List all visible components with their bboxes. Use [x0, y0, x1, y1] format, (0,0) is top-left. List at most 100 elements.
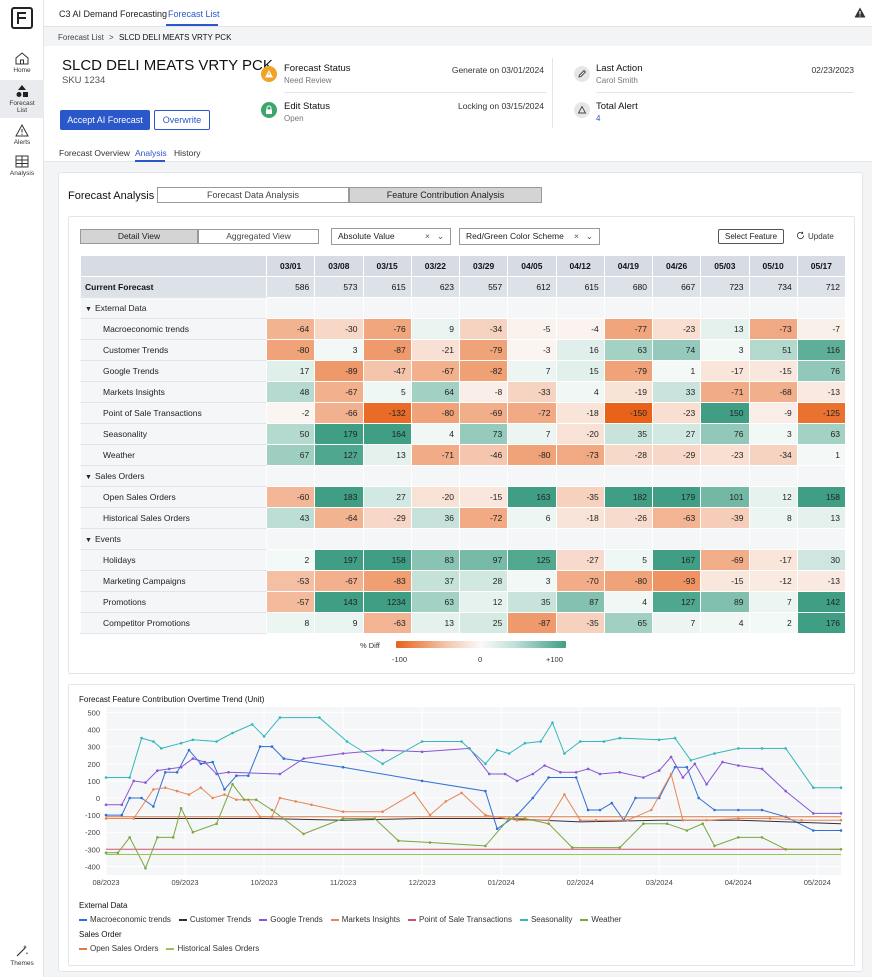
date-header: 05/10 — [748, 255, 798, 277]
series-point — [104, 817, 108, 820]
tab-forecast-overview[interactable]: Forecast Overview — [59, 148, 130, 158]
color-scheme-select[interactable]: Red/Green Color Scheme × ⌄ — [459, 228, 600, 245]
warning-icon[interactable] — [854, 7, 866, 18]
contribution-cell: -70 — [555, 570, 605, 592]
chevron-down-icon[interactable]: ⌄ — [437, 229, 444, 244]
date-header: 03/29 — [458, 255, 509, 277]
row-label: Seasonality — [80, 423, 267, 445]
series-point — [598, 772, 602, 776]
shapes-icon — [16, 85, 28, 97]
row-label: Holidays — [80, 549, 267, 571]
group-label[interactable]: ▼ External Data — [80, 297, 267, 319]
series-point — [650, 808, 653, 812]
y-tick-label: 300 — [87, 743, 100, 752]
group-row[interactable]: ▼ Events — [80, 528, 847, 550]
tab-app-name[interactable]: C3 AI Demand Forecasting — [59, 9, 167, 19]
contribution-cell: 3 — [314, 339, 364, 361]
magic-wand-icon — [16, 945, 29, 957]
group-empty-cell — [748, 528, 798, 550]
app-logo-icon[interactable] — [11, 7, 33, 29]
product-header: SLCD DELI MEATS VRTY PCK SKU 1234 Accept… — [44, 46, 872, 162]
contribution-cell: 87 — [555, 591, 605, 613]
legend-item[interactable]: Seasonality — [519, 915, 572, 924]
caret-down-icon[interactable]: ▼ — [85, 537, 92, 544]
group-empty-cell — [314, 297, 364, 319]
contribution-cell: -71 — [410, 444, 461, 466]
date-header: 04/19 — [603, 255, 654, 277]
legend-swatch — [259, 918, 268, 921]
caret-down-icon[interactable]: ▼ — [85, 474, 92, 481]
legend-item[interactable]: Customer Trends — [178, 915, 251, 924]
group-row[interactable]: ▼ External Data — [80, 297, 847, 319]
table-header-row: 03/01 03/08 03/15 03/22 03/29 04/05 04/12 04/19… — [80, 255, 847, 277]
series-point — [231, 783, 234, 786]
series-point — [156, 769, 159, 772]
aggregated-view-toggle[interactable]: Aggregated View — [198, 229, 319, 244]
group-label[interactable]: ▼ Events — [80, 528, 267, 550]
contribution-cell: -18 — [555, 507, 605, 529]
legend-group-sales-order: Sales Order — [79, 930, 122, 939]
x-tick-label: 04/2024 — [725, 878, 752, 885]
edit-status-lock-icon — [261, 102, 277, 118]
tab-history[interactable]: History — [174, 148, 200, 158]
series-point — [120, 813, 124, 817]
contribution-cell: -76 — [362, 318, 412, 340]
chevron-down-icon[interactable]: ⌄ — [586, 229, 593, 244]
series-point — [235, 798, 238, 801]
nav-item-themes[interactable]: Themes — [0, 944, 44, 967]
series-point — [578, 818, 582, 822]
series-point — [428, 841, 432, 844]
clear-icon[interactable]: × — [425, 229, 430, 244]
legend-item[interactable]: Point of Sale Transactions — [408, 915, 512, 924]
group-empty-cell — [796, 528, 847, 550]
total-alert-count[interactable]: 4 — [596, 114, 600, 123]
tab-forecast-list[interactable]: Forecast List — [168, 9, 220, 19]
nav-item-alerts[interactable]: Alerts — [0, 124, 44, 146]
detail-view-toggle[interactable]: Detail View — [80, 229, 198, 244]
overwrite-button[interactable]: Overwrite — [154, 110, 210, 130]
contribution-cell: 16 — [555, 339, 605, 361]
select-feature-button[interactable]: Select Feature — [718, 229, 784, 244]
forecast-status-warning-icon — [261, 66, 277, 82]
legend-item[interactable]: Macroeconomic trends — [79, 915, 171, 924]
tab-feature-contribution-analysis[interactable]: Feature Contribution Analysis — [349, 187, 542, 203]
value-mode-select[interactable]: Absolute Value × ⌄ — [331, 228, 451, 245]
group-empty-cell — [603, 465, 654, 487]
row-label: Point of Sale Transactions — [80, 402, 267, 424]
group-empty-cell — [700, 528, 750, 550]
update-button[interactable]: Update — [796, 231, 834, 241]
series-point — [618, 736, 621, 740]
group-label[interactable]: ▼ Sales Orders — [80, 465, 267, 487]
legend-item[interactable]: Markets Insights — [330, 915, 400, 924]
series-point — [132, 817, 135, 820]
row-label: Markets Insights — [80, 381, 267, 403]
nav-item-home[interactable]: Home — [0, 52, 44, 74]
contribution-cell: -53 — [265, 570, 316, 592]
tab-forecast-data-analysis[interactable]: Forecast Data Analysis — [157, 187, 349, 203]
series-point — [634, 796, 637, 800]
legend-item[interactable]: Historical Sales Orders — [166, 944, 259, 953]
tab-analysis[interactable]: Analysis — [135, 148, 167, 158]
series-point — [302, 757, 305, 760]
clear-icon[interactable]: × — [574, 229, 579, 244]
heat-legend-min: -100 — [392, 655, 408, 664]
forecast-analysis-title: Forecast Analysis — [68, 190, 155, 202]
last-action-user: Carol Smith — [596, 76, 638, 85]
series-point — [760, 747, 764, 750]
group-empty-cell — [410, 297, 461, 319]
caret-down-icon[interactable]: ▼ — [85, 306, 92, 313]
group-row[interactable]: ▼ Sales Orders — [80, 465, 847, 487]
legend-item[interactable]: Weather — [580, 915, 621, 924]
contribution-cell: -79 — [458, 339, 509, 361]
contribution-cell: 125 — [507, 549, 557, 571]
contribution-cell: -35 — [555, 486, 605, 508]
accept-ai-forecast-button[interactable]: Accept AI Forecast — [60, 110, 150, 130]
date-header: 03/08 — [314, 255, 364, 277]
breadcrumb-root[interactable]: Forecast List — [58, 33, 104, 42]
legend-item[interactable]: Open Sales Orders — [79, 944, 158, 953]
breadcrumb-current: SLCD DELI MEATS VRTY PCK — [118, 33, 232, 42]
nav-item-forecast-list[interactable]: Forecast List — [0, 80, 44, 118]
series-point — [373, 817, 377, 820]
legend-item[interactable]: Google Trends — [259, 915, 323, 924]
nav-item-analysis[interactable]: Analysis — [0, 155, 44, 177]
